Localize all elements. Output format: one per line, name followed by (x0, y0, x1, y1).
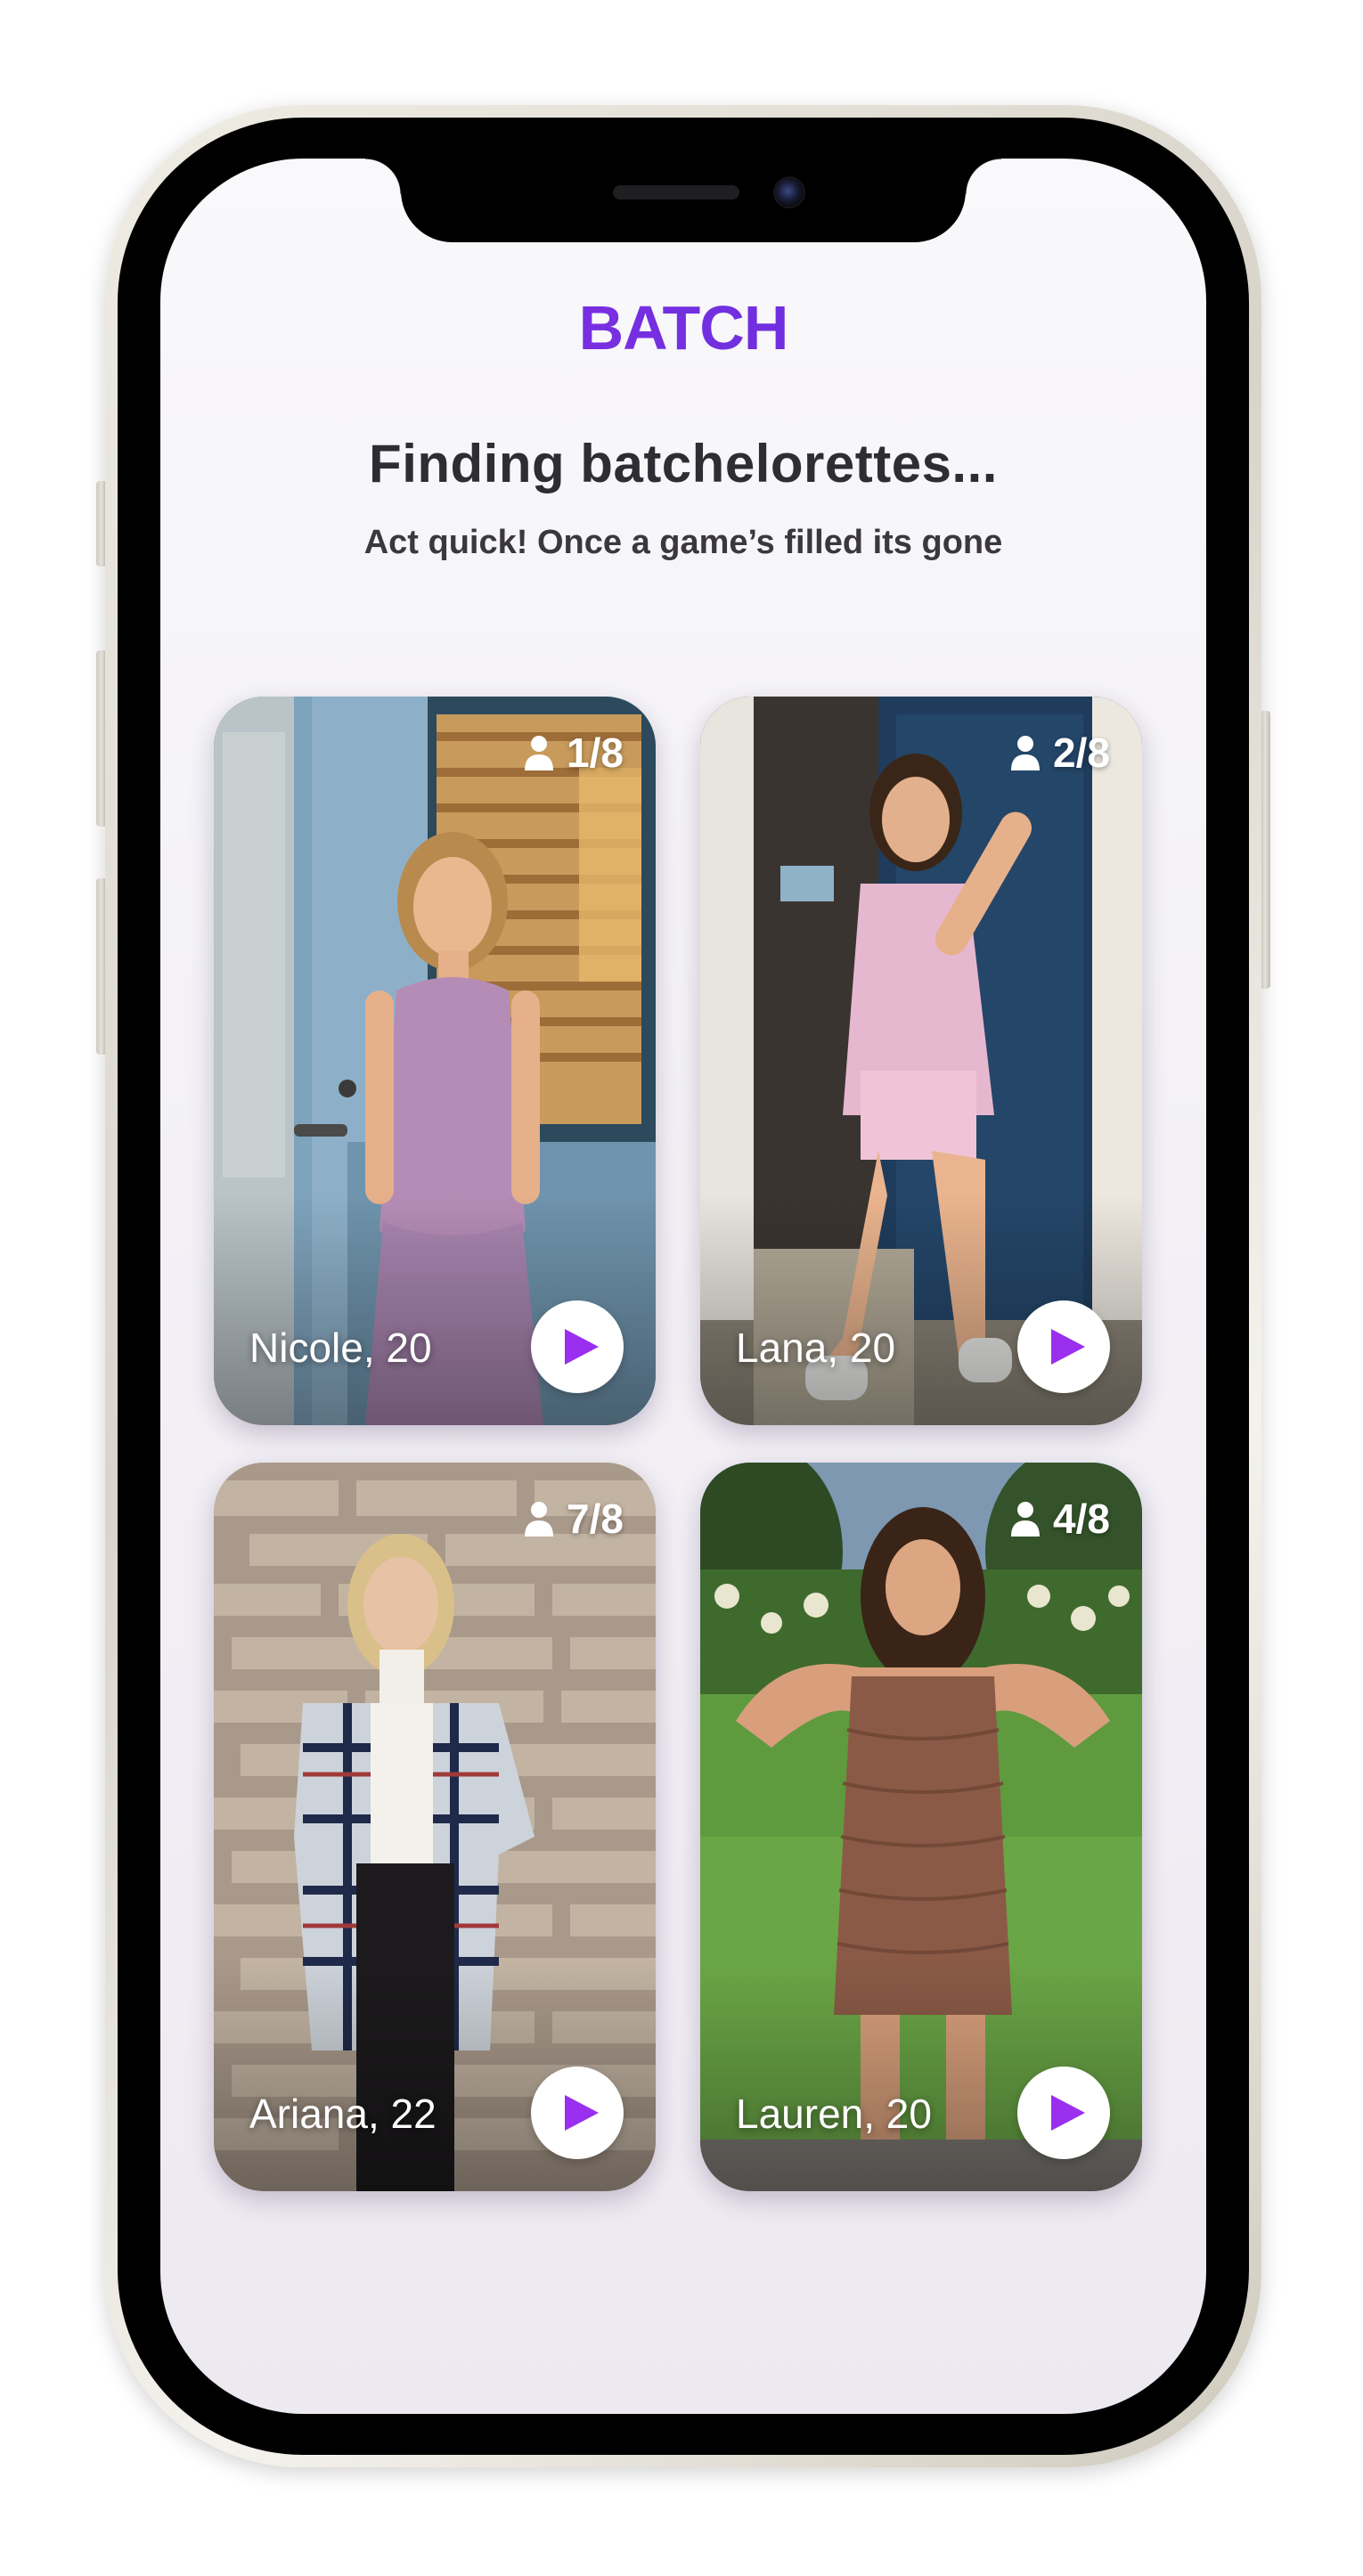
player-name: Nicole, 20 (249, 1325, 432, 1371)
player-count-badge: 1/8 (524, 729, 624, 777)
player-count: 1/8 (567, 730, 624, 776)
speaker-grille (613, 185, 739, 200)
app-screen: BATCH Finding batchelorettes... Act quic… (160, 159, 1206, 2414)
play-icon (565, 1329, 599, 1365)
player-count: 4/8 (1053, 1496, 1110, 1542)
play-button[interactable] (1017, 2067, 1110, 2159)
front-camera-icon (773, 176, 805, 208)
player-count: 7/8 (567, 1496, 624, 1542)
page-subtitle: Act quick! Once a game’s filled its gone (363, 524, 1003, 561)
game-card[interactable]: 7/8 Ariana, 22 (214, 1463, 656, 2191)
player-count-badge: 4/8 (1010, 1495, 1110, 1543)
notch (365, 159, 1001, 242)
page-title: Finding batchelorettes... (369, 434, 998, 493)
play-icon (1051, 2095, 1085, 2131)
person-icon (1011, 736, 1041, 770)
game-card[interactable]: 1/8 Nicole, 20 (214, 697, 656, 1425)
play-button[interactable] (1017, 1300, 1110, 1393)
play-button[interactable] (531, 1300, 624, 1393)
person-icon (525, 736, 554, 770)
play-button[interactable] (531, 2067, 624, 2159)
person-icon (1011, 1502, 1041, 1537)
device-mockup: BATCH Finding batchelorettes... Act quic… (0, 0, 1363, 2576)
player-name: Ariana, 22 (249, 2091, 437, 2137)
player-name: Lauren, 20 (736, 2091, 932, 2137)
player-count-badge: 2/8 (1010, 729, 1110, 777)
player-count: 2/8 (1053, 730, 1110, 776)
player-count-badge: 7/8 (524, 1495, 624, 1543)
brand-logo: BATCH (160, 292, 1206, 363)
game-card[interactable]: 2/8 Lana, 20 (700, 697, 1142, 1425)
player-name: Lana, 20 (736, 1325, 896, 1371)
person-icon (525, 1502, 554, 1537)
game-card[interactable]: 4/8 Lauren, 20 (700, 1463, 1142, 2191)
play-icon (1051, 1329, 1085, 1365)
play-icon (565, 2095, 599, 2131)
